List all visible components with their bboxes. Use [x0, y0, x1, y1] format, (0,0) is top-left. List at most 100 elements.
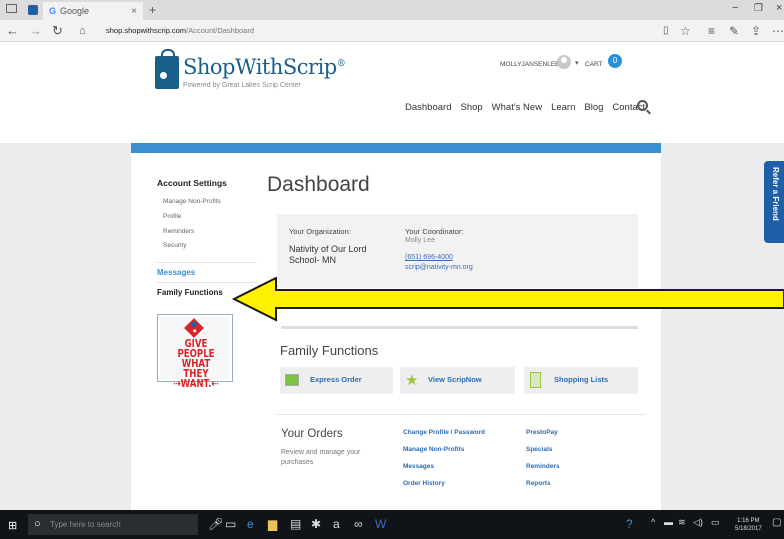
manage-non-profits-link[interactable]: Manage Non-Profits	[403, 446, 464, 453]
list-icon	[530, 372, 541, 388]
change-profile-link[interactable]: Change Profile / Password	[403, 429, 485, 436]
refer-a-friend-label: Refer a Friend	[771, 167, 780, 221]
express-order-icon	[285, 374, 299, 386]
nav-blog[interactable]: Blog	[584, 102, 603, 113]
order-history-link[interactable]: Order History	[403, 480, 445, 487]
new-tab-button[interactable]: +	[149, 3, 156, 17]
system-clock[interactable]: 1:16 PM 5/18/2017	[735, 517, 762, 533]
user-avatar-icon[interactable]	[557, 55, 571, 69]
hub-icon[interactable]: ≡	[708, 24, 715, 38]
tab-title: Google	[60, 6, 90, 16]
page-title: Dashboard	[267, 173, 370, 196]
sidebar-item-manage-non-profits[interactable]: Manage Non-Profits	[163, 198, 221, 205]
favorite-star-icon[interactable]: ☆	[680, 24, 691, 38]
view-scripnow-button[interactable]: ★ View ScripNow	[400, 367, 515, 394]
sidebar-item-reminders[interactable]: Reminders	[163, 228, 194, 235]
edge-icon[interactable]: e	[247, 517, 254, 531]
browser-tab[interactable]: G Google ×	[43, 2, 143, 20]
close-tab-icon[interactable]: ×	[131, 6, 137, 17]
microphone-icon[interactable]: 🎤︎	[208, 517, 223, 531]
site-logo[interactable]: ShopWithScrip®	[183, 55, 346, 79]
username-link[interactable]: MOLLYJANSENLEE	[500, 61, 559, 68]
ad-background: GIVE PEOPLE WHAT THEY ⇢WANT.⇠	[160, 317, 230, 389]
prestopay-link[interactable]: PrestoPay	[526, 429, 558, 436]
task-view-icon[interactable]: ▭	[225, 517, 236, 531]
search-icon[interactable]	[637, 100, 648, 111]
sidebar-item-security[interactable]: Security	[163, 242, 186, 249]
wifi-icon[interactable]: ≋	[678, 517, 686, 528]
clock-date: 5/18/2017	[735, 526, 762, 532]
battery-icon[interactable]: ▬	[664, 517, 673, 527]
reports-link[interactable]: Reports	[526, 480, 551, 487]
sidebar-item-profile[interactable]: Profile	[163, 213, 181, 220]
site-header: ShopWithScrip® Powered by Great Lakes Sc…	[0, 42, 784, 143]
forward-icon[interactable]: →	[29, 23, 42, 39]
share-icon[interactable]: ⇪	[751, 24, 761, 38]
nav-shop[interactable]: Shop	[460, 102, 482, 113]
cart-count-badge[interactable]: 0	[608, 54, 622, 68]
web-note-icon[interactable]: ✎	[729, 24, 739, 38]
sidebar-item-messages[interactable]: Messages	[157, 268, 195, 277]
notification-icon[interactable]: ▢	[772, 517, 781, 528]
coordinator-email-link[interactable]: scrip@nativity-mn.org	[405, 264, 473, 271]
your-orders-description: Review and manage your purchases	[281, 449, 361, 466]
google-g-icon: G	[49, 6, 57, 16]
file-explorer-icon[interactable]: ▆	[268, 517, 277, 531]
accent-bar	[131, 143, 661, 153]
store-icon[interactable]: ▤	[290, 517, 301, 531]
main-nav: Dashboard Shop What's New Learn Blog Con…	[405, 102, 654, 113]
taskbar-search[interactable]: ○ Type here to search	[28, 514, 198, 535]
organization-label: Your Organization:	[289, 227, 351, 236]
tab-preview-icon[interactable]	[6, 4, 17, 13]
nav-dashboard[interactable]: Dashboard	[405, 102, 451, 113]
taskbar-search-placeholder: Type here to search	[50, 520, 121, 529]
browser-logo-icon	[28, 5, 38, 15]
minimize-icon[interactable]: −	[732, 2, 738, 14]
close-window-icon[interactable]: ×	[776, 2, 782, 14]
reading-view-icon[interactable]: ▯	[663, 24, 669, 38]
ad-slogan: GIVE PEOPLE WHAT THEY ⇢WANT.⇠	[173, 337, 219, 390]
clock-time: 1:16 PM	[737, 518, 760, 524]
specials-link[interactable]: Specials	[526, 446, 552, 453]
dominos-ad-banner[interactable]: GIVE PEOPLE WHAT THEY ⇢WANT.⇠	[157, 314, 233, 389]
cart-link[interactable]: CART	[585, 61, 603, 68]
organization-name: Nativity of Our Lord School- MN	[289, 244, 367, 265]
chevron-down-icon[interactable]: ▾	[575, 59, 579, 67]
app-icon[interactable]: ✱	[311, 517, 321, 531]
star-icon: ★	[405, 372, 419, 389]
arrow-shape	[232, 277, 784, 322]
dominos-logo-icon	[184, 318, 204, 338]
coordinator-name: Molly Lee	[405, 237, 435, 244]
refresh-icon[interactable]: ↻	[52, 23, 63, 39]
sidebar-item-family-functions[interactable]: Family Functions	[157, 288, 223, 297]
maximize-icon[interactable]: ❐	[754, 3, 763, 14]
back-icon[interactable]: ←	[6, 23, 19, 39]
link-app-icon[interactable]: ∞	[354, 517, 363, 531]
volume-icon[interactable]: ◁)	[693, 517, 703, 528]
home-icon[interactable]: ⌂	[79, 23, 86, 39]
shopping-lists-button[interactable]: Shopping Lists	[524, 367, 638, 394]
shopping-bag-logo-icon[interactable]	[155, 49, 179, 89]
amazon-icon[interactable]: a	[333, 517, 340, 531]
tray-chevron-icon[interactable]: ^	[651, 517, 655, 527]
url-field[interactable]: shop.shopwithscrip.com/Account/Dashboard	[106, 26, 254, 35]
word-icon[interactable]: W	[375, 517, 386, 531]
messages-link[interactable]: Messages	[403, 463, 434, 470]
help-icon[interactable]: ?	[626, 517, 633, 531]
more-icon[interactable]: ⋯	[772, 24, 784, 38]
nav-learn[interactable]: Learn	[551, 102, 575, 113]
browser-tab-bar: G Google × + − ❐ ×	[0, 0, 784, 20]
orders-divider	[277, 414, 645, 415]
logo-tagline: Powered by Great Lakes Scrip Center	[183, 82, 301, 89]
your-orders-heading: Your Orders	[281, 428, 343, 440]
refer-a-friend-tab[interactable]: Refer a Friend	[764, 161, 784, 243]
reminders-link[interactable]: Reminders	[526, 463, 560, 470]
coordinator-phone-link[interactable]: (651) 696-4000	[405, 254, 453, 261]
keyboard-icon[interactable]: ▭	[711, 517, 720, 528]
account-settings-heading[interactable]: Account Settings	[157, 178, 227, 188]
nav-whats-new[interactable]: What's New	[492, 102, 542, 113]
windows-start-icon[interactable]: ⊞	[8, 519, 17, 532]
cortana-icon: ○	[34, 518, 41, 530]
sidebar-divider	[157, 262, 257, 263]
express-order-button[interactable]: Express Order	[280, 367, 393, 394]
